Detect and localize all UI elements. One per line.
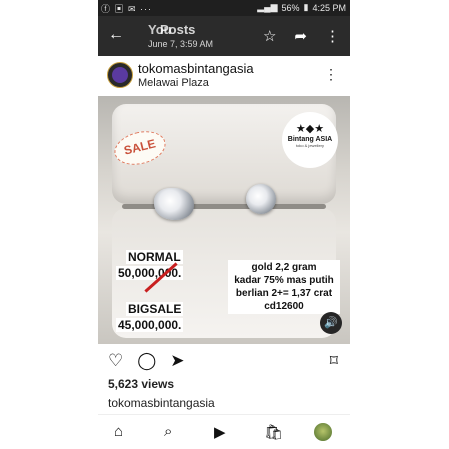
heart-icon[interactable]: ♡ xyxy=(108,351,123,371)
share-icon[interactable]: ➦ xyxy=(294,27,307,45)
earring-left xyxy=(154,188,194,220)
more-icon[interactable]: ⋮ xyxy=(325,27,340,45)
phone-screen: ⓕ ▣ ✉ ··· ▂▄▆ 56% ▮ 4:25 PM ← You Posts … xyxy=(98,0,350,449)
clock: 4:25 PM xyxy=(312,2,346,13)
status-right: ▂▄▆ 56% ▮ 4:25 PM xyxy=(257,2,346,13)
app-bar-titles: You Posts June 7, 3:59 AM xyxy=(148,22,228,49)
bigsale-label: BIGSALE xyxy=(126,302,184,316)
post-username[interactable]: tokomasbintangasia xyxy=(138,61,254,76)
star-icon[interactable]: ☆ xyxy=(263,27,276,45)
avatar[interactable] xyxy=(107,62,133,88)
desc-line: berlian 2+= 1,37 crat xyxy=(235,288,333,299)
profile-avatar[interactable] xyxy=(314,423,332,441)
app-bar-actions: ☆ ➦ ⋮ xyxy=(263,27,340,45)
reels-icon[interactable]: ▶ xyxy=(214,423,226,441)
signal-icon: ▂▄▆ xyxy=(257,2,278,12)
shop-icon[interactable]: 🛍 xyxy=(264,423,283,441)
desc-line: cd12600 xyxy=(264,301,304,312)
comment-icon[interactable]: ◯ xyxy=(137,351,156,371)
post-location[interactable]: Melawai Plaza xyxy=(138,77,209,89)
post-menu-icon[interactable]: ⋮ xyxy=(324,66,338,83)
post-date: June 7, 3:59 AM xyxy=(148,39,214,49)
bigsale-price: 45,000,000. xyxy=(116,318,184,332)
store-logo: ★◆★ Bintang ASIA toko & jewellery xyxy=(282,112,338,168)
send-icon[interactable]: ➤ xyxy=(170,351,184,371)
earring-right xyxy=(246,184,276,214)
logo-name: Bintang ASIA xyxy=(287,136,333,143)
sound-icon[interactable]: 🔊 xyxy=(320,312,342,334)
app-bar-title-posts: Posts xyxy=(160,22,196,37)
views-count[interactable]: 5,623 views xyxy=(108,377,174,391)
battery-level: 56% xyxy=(281,2,300,13)
bottom-nav: ⌂ ⌕ ▶ 🛍 xyxy=(98,414,350,449)
post-actions: ♡ ◯ ➤ xyxy=(108,351,185,371)
desc-line: kadar 75% mas putih xyxy=(234,275,334,286)
status-bar: ⓕ ▣ ✉ ··· ▂▄▆ 56% ▮ 4:25 PM xyxy=(98,0,350,16)
diamond-crown-icon: ★◆★ xyxy=(295,123,325,135)
notification-icons: ⓕ ▣ ✉ ··· xyxy=(101,4,153,14)
home-icon[interactable]: ⌂ xyxy=(114,423,123,440)
desc-line: gold 2,2 gram xyxy=(251,262,317,273)
logo-subtitle: toko & jewellery xyxy=(295,143,324,148)
back-arrow-icon[interactable]: ← xyxy=(108,26,124,44)
bookmark-icon[interactable]: ⌑ xyxy=(330,351,338,371)
post-action-bar: ♡ ◯ ➤ ⌑ xyxy=(98,344,350,376)
battery-icon: ▮ xyxy=(303,2,309,12)
post-header: tokomasbintangasia Melawai Plaza ⋮ xyxy=(98,56,350,96)
jewelry-box-slit xyxy=(122,204,326,209)
caption-username[interactable]: tokomasbintangasia xyxy=(108,396,215,410)
search-icon[interactable]: ⌕ xyxy=(164,423,172,440)
app-bar: ← You Posts June 7, 3:59 AM ☆ ➦ ⋮ xyxy=(98,16,350,56)
product-description: gold 2,2 gram kadar 75% mas putih berlia… xyxy=(228,260,340,314)
post-image[interactable]: SALE ★◆★ Bintang ASIA toko & jewellery N… xyxy=(98,96,350,344)
